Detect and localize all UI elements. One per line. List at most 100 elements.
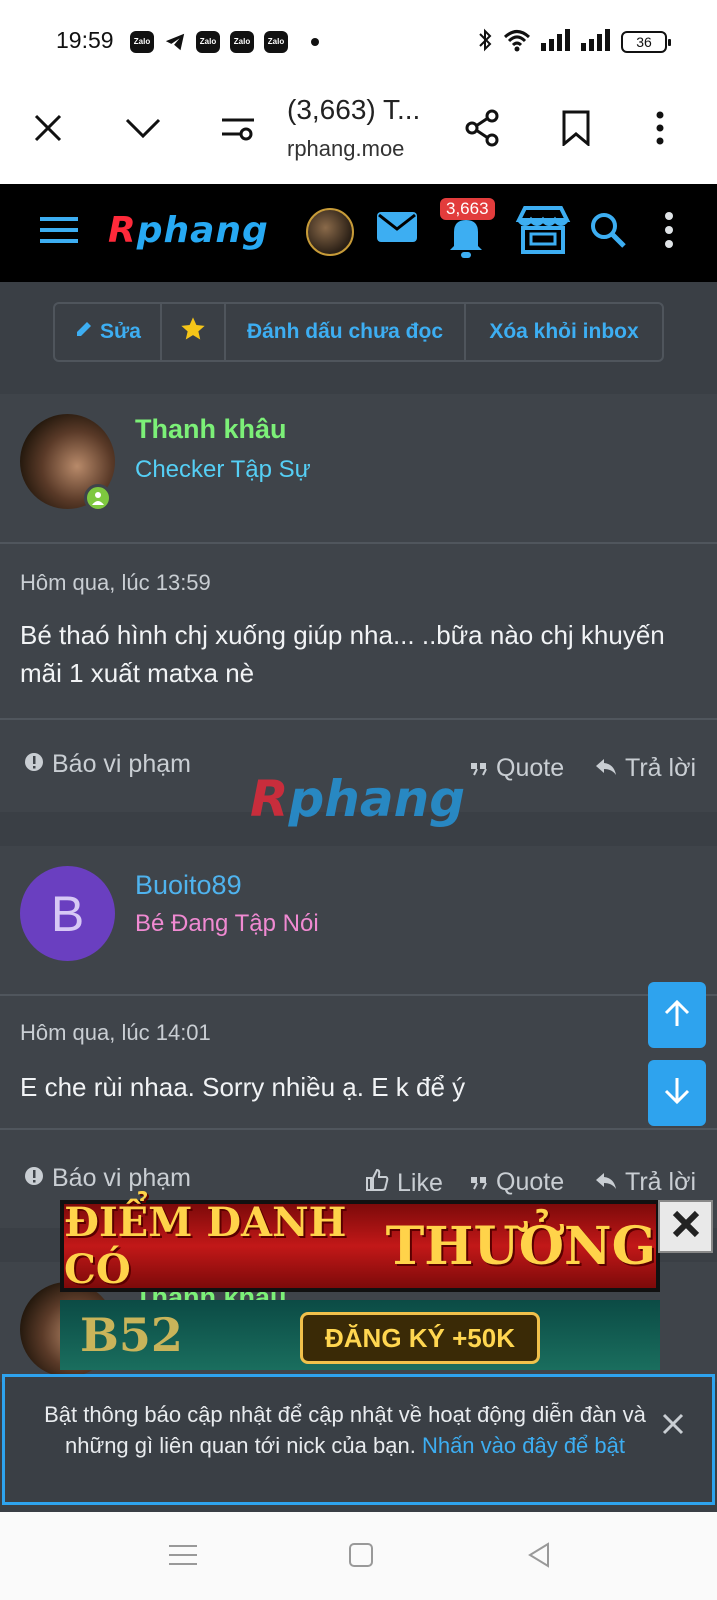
reply-icon [595,1168,617,1197]
report-label: Báo vi phạm [52,750,191,778]
post-timestamp[interactable]: Hôm qua, lúc 14:01 [20,1020,211,1046]
signal-icon [541,28,571,56]
divider [0,542,717,544]
telegram-icon [164,31,186,58]
scroll-to-top-button[interactable] [648,982,706,1048]
menu-icon [169,1543,197,1572]
conversation-actions: Sửa Đánh dấu chưa đọc Xóa khỏi inbox [53,302,664,362]
bookmark-icon [561,110,591,151]
prompt-text: Bật thông báo cập nhật để cập nhật về ho… [35,1399,655,1461]
ad-banner[interactable]: B52 ĐĂNG KÝ +50K [60,1300,660,1370]
ad-banner-highlight: THƯỞNG [385,1215,656,1277]
logo-text: phang [136,210,269,251]
edit-button[interactable]: Sửa [55,304,162,360]
post-body: E che rùi nhaa. Sorry nhiều ạ. E k để ý [20,1072,466,1102]
reply-button[interactable]: Trả lời [595,754,696,783]
user-title: Checker Tập Sự [135,456,311,483]
status-time: 19:59 [56,27,114,53]
divider [0,718,717,720]
remove-from-inbox-button[interactable]: Xóa khỏi inbox [466,304,662,360]
divider [0,1128,717,1130]
username[interactable]: Thanh khâu [135,414,287,445]
enable-notifications-link[interactable]: Nhấn vào đây để bật [422,1433,625,1458]
zalo-icon: Zalo [230,31,254,53]
more-vertical-icon [655,111,665,150]
close-icon[interactable] [662,1413,684,1440]
browser-toolbar: (3,663) T... rphang.moe [0,82,717,184]
like-button[interactable]: Like [365,1168,443,1199]
watermark-letter: R [250,770,289,828]
star-icon [179,315,207,349]
pencil-icon [74,319,94,345]
minimize-button[interactable] [115,102,171,158]
tune-icon [222,114,254,147]
post-body: Bé thaó hình chj xuống giúp nha... ..bữa… [20,620,665,688]
site-logo[interactable]: Rphang [108,210,269,251]
close-icon [33,113,63,148]
report-label: Báo vi phạm [52,1164,191,1192]
watermark-text: phang [288,770,466,828]
scroll-to-bottom-button[interactable] [648,1060,706,1126]
inbox-icon[interactable] [375,206,419,251]
report-button[interactable]: Báo vi phạm [24,750,191,779]
ad-cta: ĐĂNG KÝ +50K [300,1312,540,1364]
chevron-down-icon [125,117,161,144]
close-tab-button[interactable] [20,102,76,158]
ad-banner[interactable]: ĐIỂM DANH CÓ THƯỞNG [60,1199,660,1293]
user-avatar[interactable]: B [20,866,115,961]
square-icon [348,1542,374,1573]
post-timestamp[interactable]: Hôm qua, lúc 13:59 [20,570,211,596]
report-button[interactable]: Báo vi phạm [24,1164,191,1193]
ad-close-button[interactable] [658,1200,713,1253]
browser-menu-button[interactable] [632,102,688,158]
mark-unread-button[interactable]: Đánh dấu chưa đọc [226,304,466,360]
back-button[interactable] [522,1540,556,1574]
logo-letter: R [108,210,137,251]
alert-icon [24,750,44,779]
notification-count-badge: 3,663 [440,198,495,220]
user-title: Bé Đang Tập Nói [135,910,319,937]
site-settings-button[interactable] [210,102,266,158]
store-icon[interactable] [515,204,571,261]
wifi-icon [503,28,531,57]
zalo-icon: Zalo [196,31,220,53]
reply-button[interactable]: Trả lời [595,1168,696,1197]
home-button[interactable] [344,1540,378,1574]
username[interactable]: Buoito89 [135,870,242,901]
share-icon [463,109,501,152]
thumbs-up-icon [365,1168,389,1199]
search-icon[interactable] [588,210,628,255]
recent-apps-button[interactable] [166,1540,200,1574]
quote-button[interactable]: Quote [470,1168,564,1197]
star-button[interactable] [162,304,226,360]
back-triangle-icon [526,1541,552,1573]
bell-icon[interactable] [446,214,486,265]
account-avatar[interactable] [306,208,354,256]
reply-icon [595,754,617,783]
quote-label: Quote [496,754,565,782]
status-bar: 19:59 Zalo Zalo Zalo Zalo 36 [0,0,717,82]
edit-label: Sửa [100,320,141,343]
alert-icon [24,1164,44,1193]
bookmark-button[interactable] [548,102,604,158]
quote-icon [470,1168,488,1197]
quote-button[interactable]: Quote [470,754,564,783]
online-status-icon [84,484,112,512]
page-title[interactable]: (3,663) T... [287,94,420,126]
push-notification-prompt: Bật thông báo cập nhật để cập nhật về ho… [2,1374,715,1505]
signal-icon [581,28,611,56]
ad-brand: B52 [80,1308,183,1362]
status-right-icons: 36 [477,27,671,57]
page-url[interactable]: rphang.moe [287,136,404,162]
site-header: Rphang 3,663 [0,184,717,282]
system-nav-bar [0,1512,717,1600]
hamburger-menu-icon[interactable] [40,215,78,250]
arrow-down-icon [662,1076,692,1111]
more-vertical-icon[interactable] [664,212,674,253]
post-card: Thanh khâu Checker Tập Sự Hôm qua, lúc 1… [0,394,717,812]
battery-icon: 36 [621,31,671,53]
more-notifications-dot [311,38,319,46]
share-button[interactable] [454,102,510,158]
ad-banner-text: ĐIỂM DANH CÓ [64,1199,347,1293]
post-card: B Buoito89 Bé Đang Tập Nói Hôm qua, lúc … [0,846,717,1228]
